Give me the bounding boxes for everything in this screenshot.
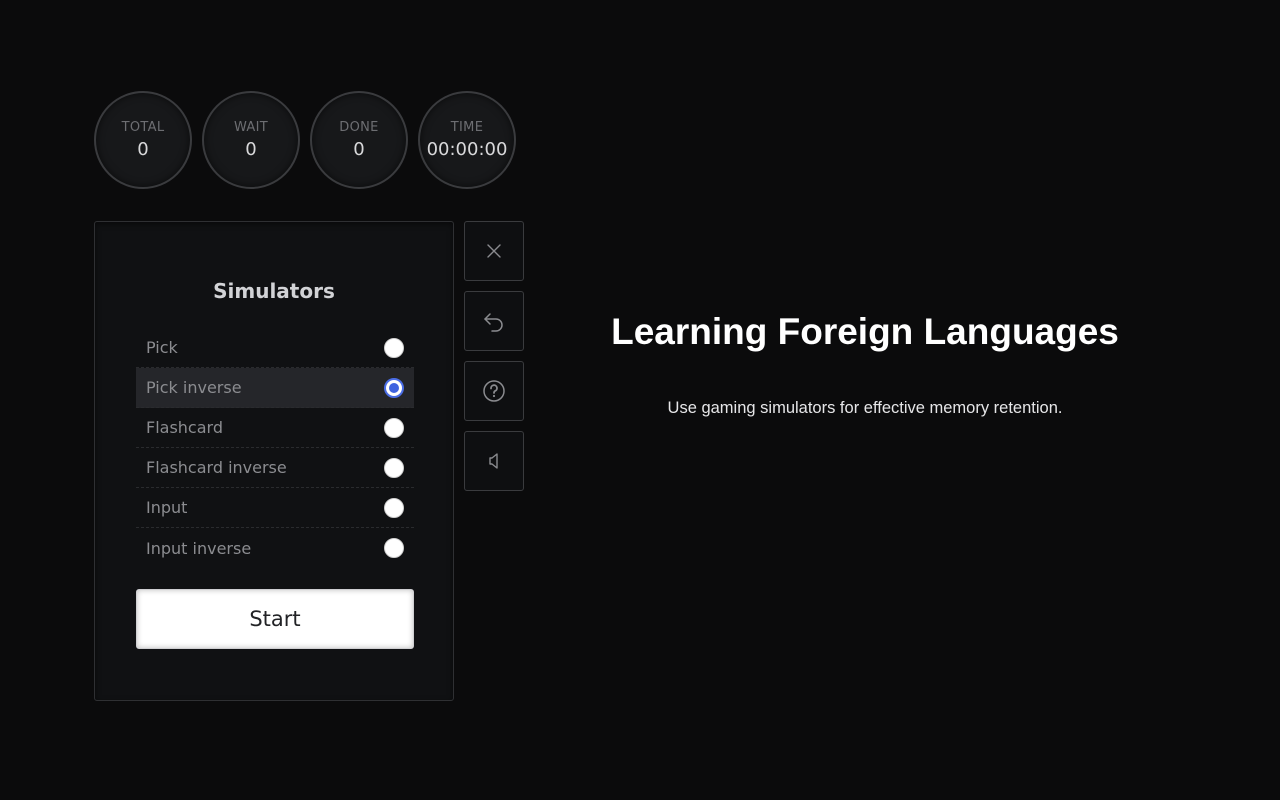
simulator-option-input[interactable]: Input (136, 488, 414, 528)
help-icon (482, 379, 506, 403)
close-button[interactable] (464, 221, 524, 281)
close-icon (486, 243, 502, 259)
stat-time-label: TIME (450, 120, 484, 135)
simulators-panel: Simulators Pick Pick inverse Flashcard F… (94, 221, 454, 701)
stat-total-value: 0 (137, 139, 149, 160)
stat-total: TOTAL 0 (94, 91, 192, 189)
stat-total-label: TOTAL (121, 120, 165, 135)
hero-title: Learning Foreign Languages (611, 311, 1119, 352)
simulator-option-label: Pick (146, 338, 178, 357)
simulator-option-label: Flashcard (146, 418, 223, 437)
start-button[interactable]: Start (136, 589, 414, 649)
undo-button[interactable] (464, 291, 524, 351)
speaker-icon (484, 451, 504, 471)
stat-time: TIME 00:00:00 (418, 91, 516, 189)
radio-button[interactable] (384, 417, 404, 438)
radio-button[interactable] (384, 538, 404, 558)
radio-button[interactable] (384, 457, 404, 478)
simulator-option-label: Input (146, 498, 188, 517)
stat-done-label: DONE (339, 120, 379, 135)
radio-button[interactable] (384, 337, 404, 358)
panel-title: Simulators (213, 279, 335, 303)
simulator-option-flashcard-inverse[interactable]: Flashcard inverse (136, 448, 414, 488)
radio-button[interactable] (384, 497, 404, 518)
stat-done: DONE 0 (310, 91, 408, 189)
help-button[interactable] (464, 361, 524, 421)
radio-button-selected[interactable] (384, 377, 404, 398)
undo-icon (482, 309, 506, 333)
sound-button[interactable] (464, 431, 524, 491)
stat-wait: WAIT 0 (202, 91, 300, 189)
stat-done-value: 0 (353, 139, 365, 160)
hero-subtitle: Use gaming simulators for effective memo… (667, 399, 1063, 417)
simulator-list: Pick Pick inverse Flashcard Flashcard in… (136, 328, 414, 568)
stat-wait-value: 0 (245, 139, 257, 160)
stats-bar: TOTAL 0 WAIT 0 DONE 0 TIME 00:00:00 (94, 91, 516, 189)
simulator-option-label: Pick inverse (146, 378, 242, 397)
stat-wait-label: WAIT (233, 120, 268, 135)
stat-time-value: 00:00:00 (426, 139, 508, 160)
simulator-option-pick[interactable]: Pick (136, 328, 414, 368)
simulator-option-flashcard[interactable]: Flashcard (136, 408, 414, 448)
simulator-option-label: Flashcard inverse (146, 458, 287, 477)
simulator-option-pick-inverse[interactable]: Pick inverse (136, 368, 414, 408)
simulator-option-input-inverse[interactable]: Input inverse (136, 528, 414, 568)
side-toolbar (464, 221, 524, 491)
simulator-option-label: Input inverse (146, 538, 252, 558)
